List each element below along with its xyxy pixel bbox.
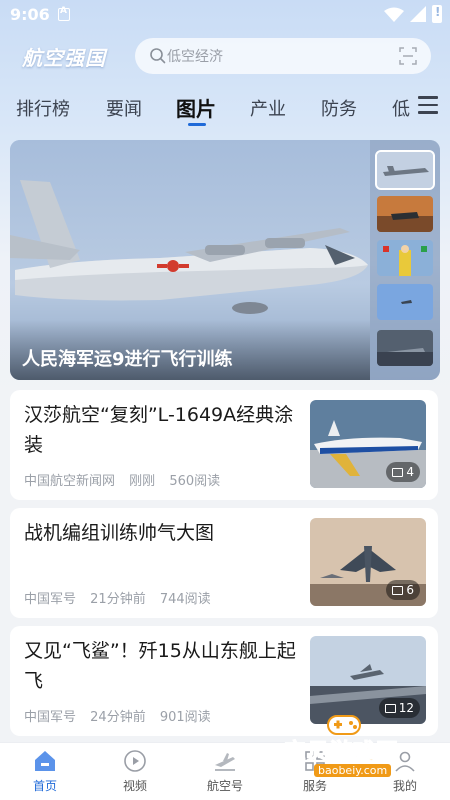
image-count: 4 bbox=[406, 465, 414, 479]
search-input[interactable]: 低空经济 bbox=[135, 38, 431, 74]
tab-pictures[interactable]: 图片 bbox=[176, 93, 216, 122]
article-title[interactable]: 战机编组训练帅气大图 bbox=[24, 518, 300, 548]
article-time: 24分钟前 bbox=[90, 710, 146, 725]
bottom-navigation: 首页 视频 航空号 服务 我的 bbox=[0, 742, 450, 800]
article-reads: 560阅读 bbox=[169, 474, 221, 489]
nav-profile[interactable]: 我的 bbox=[360, 743, 450, 800]
tab-low-altitude[interactable]: 低 bbox=[392, 95, 410, 121]
wifi-icon bbox=[384, 7, 404, 22]
nav-video[interactable]: 视频 bbox=[90, 743, 180, 800]
tab-headlines[interactable]: 要闻 bbox=[106, 95, 142, 121]
article-meta: 中国军号 24分钟前 901阅读 bbox=[24, 706, 221, 725]
image-count-badge: 6 bbox=[386, 580, 420, 600]
article-image[interactable]: 4 bbox=[310, 400, 426, 488]
article-image[interactable]: 12 bbox=[310, 636, 426, 724]
image-count-badge: 12 bbox=[378, 698, 420, 718]
article-meta: 中国军号 21分钟前 744阅读 bbox=[24, 588, 221, 607]
hero-caption[interactable]: 人民海军运9进行飞行训练 bbox=[22, 345, 233, 371]
thumbnail-4[interactable] bbox=[377, 284, 433, 320]
category-tabs: 排行榜 要闻 图片 产业 防务 低 bbox=[0, 90, 450, 130]
photo-icon bbox=[384, 703, 396, 713]
image-count: 6 bbox=[406, 583, 414, 597]
article-reads: 901阅读 bbox=[159, 710, 211, 725]
image-count: 12 bbox=[398, 701, 414, 715]
tab-defense[interactable]: 防务 bbox=[321, 95, 357, 121]
nav-label: 服务 bbox=[302, 779, 327, 793]
thumbnail-3[interactable] bbox=[377, 240, 433, 276]
status-bar: 9:06 bbox=[0, 0, 450, 30]
nav-label: 视频 bbox=[122, 779, 147, 793]
thumbnail-1[interactable] bbox=[375, 150, 435, 190]
app-logo: 航空强国 bbox=[22, 46, 106, 70]
user-icon bbox=[395, 751, 415, 772]
article-source: 中国航空新闻网 bbox=[24, 474, 116, 489]
tab-ranking[interactable]: 排行榜 bbox=[16, 95, 70, 121]
photo-icon bbox=[392, 467, 404, 477]
image-count-badge: 4 bbox=[386, 462, 420, 482]
thumbnail-5[interactable] bbox=[377, 330, 433, 366]
article-source: 中国军号 bbox=[24, 592, 77, 607]
article-source: 中国军号 bbox=[24, 710, 77, 725]
nav-label: 首页 bbox=[32, 779, 57, 793]
article-meta: 中国航空新闻网 刚刚 560阅读 bbox=[24, 470, 230, 489]
signal-icon bbox=[410, 6, 426, 22]
article-reads: 744阅读 bbox=[159, 592, 211, 607]
article-card[interactable]: 又见“飞鲨”！歼15从山东舰上起飞 中国军号 24分钟前 901阅读 12 bbox=[10, 626, 438, 736]
nav-label: 我的 bbox=[392, 779, 417, 793]
nav-home[interactable]: 首页 bbox=[0, 743, 90, 800]
photo-icon bbox=[392, 585, 404, 595]
active-tab-indicator bbox=[188, 123, 206, 126]
status-time: 9:06 bbox=[10, 5, 50, 24]
scan-icon[interactable] bbox=[399, 47, 417, 65]
plane-icon bbox=[215, 753, 235, 771]
article-title[interactable]: 又见“飞鲨”！歼15从山东舰上起飞 bbox=[24, 636, 300, 696]
home-icon bbox=[35, 751, 55, 771]
article-card[interactable]: 汉莎航空“复刻”L-1649A经典涂装 中国航空新闻网 刚刚 560阅读 4 bbox=[10, 390, 438, 500]
article-card[interactable]: 战机编组训练帅气大图 中国军号 21分钟前 744阅读 6 bbox=[10, 508, 438, 618]
battery-icon bbox=[432, 5, 442, 23]
article-title[interactable]: 汉莎航空“复刻”L-1649A经典涂装 bbox=[24, 400, 300, 460]
nav-aviation-account[interactable]: 航空号 bbox=[180, 743, 270, 800]
sim-notification-icon bbox=[58, 6, 70, 21]
hero-carousel[interactable]: 人民海军运9进行飞行训练 bbox=[10, 140, 440, 380]
article-image[interactable]: 6 bbox=[310, 518, 426, 606]
nav-label: 航空号 bbox=[206, 779, 243, 793]
thumbnail-strip bbox=[370, 140, 440, 380]
nav-services[interactable]: 服务 bbox=[270, 743, 360, 800]
tab-industry[interactable]: 产业 bbox=[250, 95, 286, 121]
channel-menu-button[interactable] bbox=[412, 96, 438, 120]
search-placeholder: 低空经济 bbox=[167, 49, 223, 65]
grid-icon bbox=[305, 751, 325, 771]
article-time: 21分钟前 bbox=[90, 592, 146, 607]
article-time: 刚刚 bbox=[129, 474, 156, 489]
search-icon bbox=[150, 48, 166, 64]
thumbnail-2[interactable] bbox=[377, 196, 433, 232]
play-icon bbox=[124, 750, 146, 772]
